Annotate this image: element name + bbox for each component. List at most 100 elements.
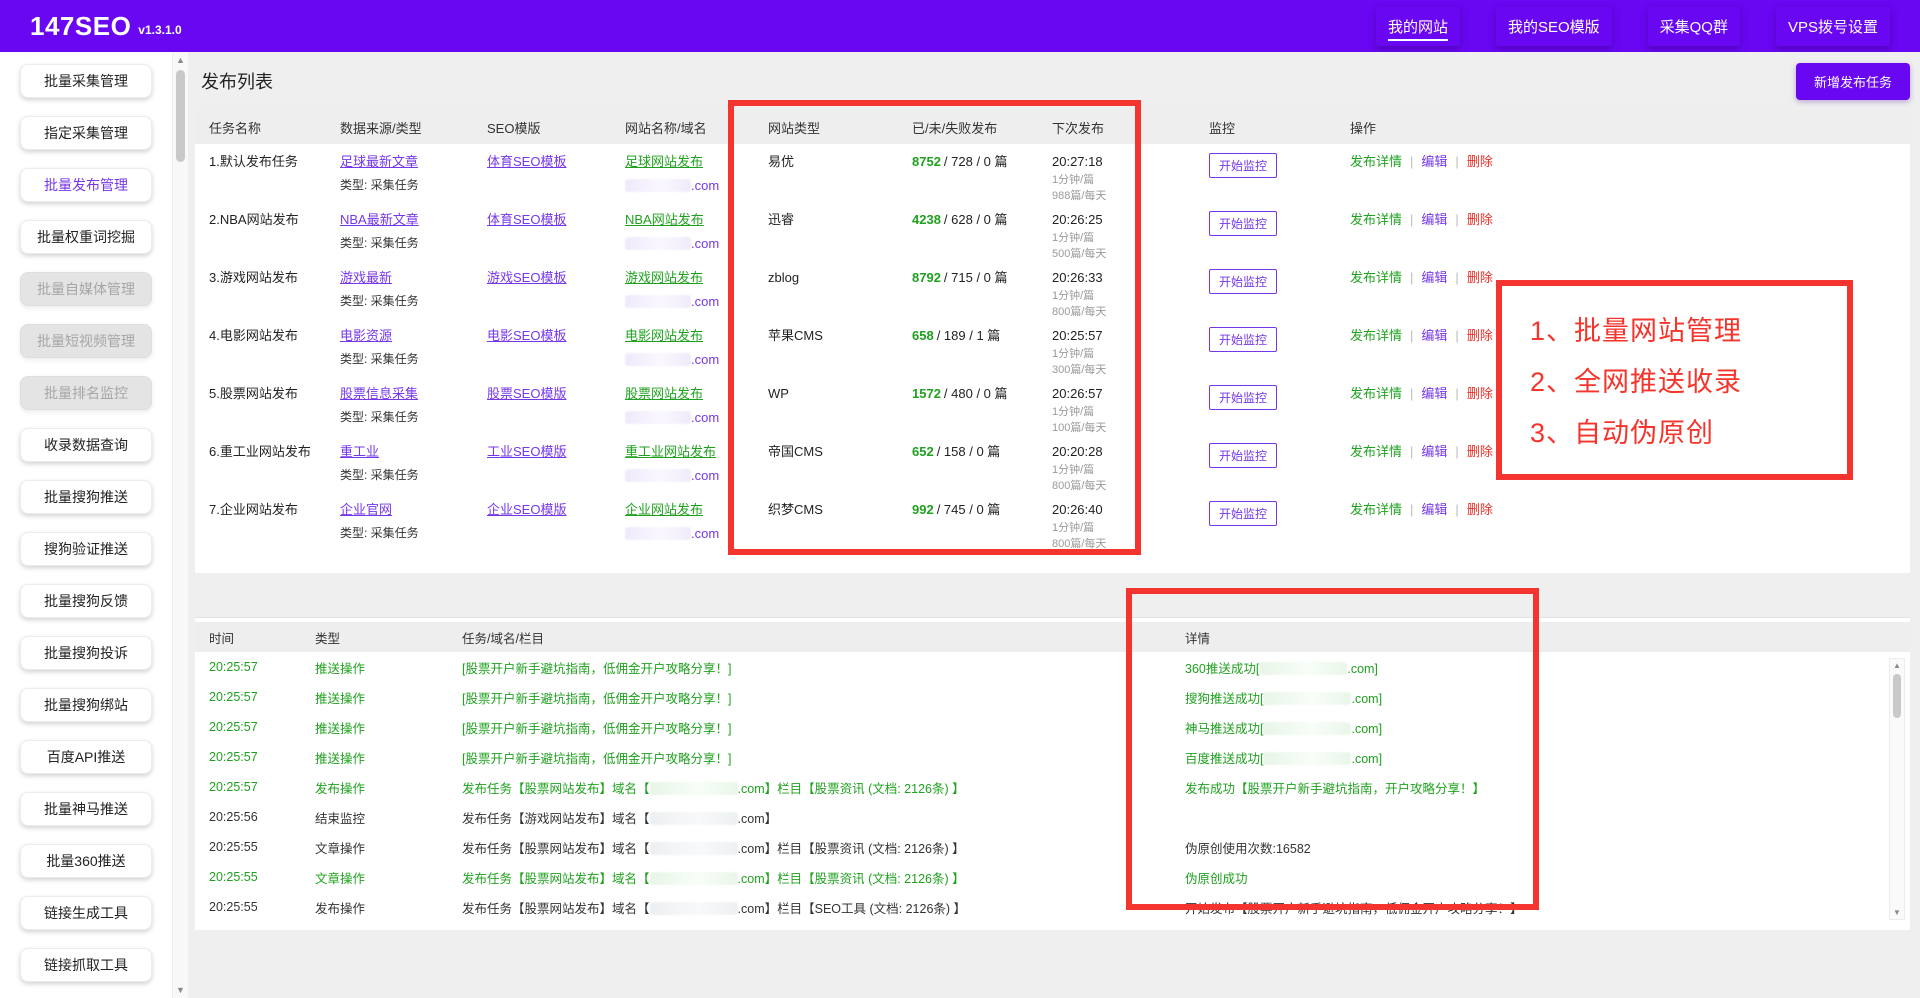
log-type: 发布操作 xyxy=(315,898,462,917)
site-name-link[interactable]: 重工业网站发布 xyxy=(625,444,716,459)
sidebar-item[interactable]: 批量采集管理 xyxy=(20,64,152,98)
edit-link[interactable]: 编辑 xyxy=(1421,444,1447,459)
redacted-domain xyxy=(625,295,691,308)
scrollbar-thumb[interactable] xyxy=(1893,674,1901,718)
redacted-domain xyxy=(650,782,738,795)
start-monitor-button[interactable]: 开始监控 xyxy=(1209,443,1277,468)
sidebar-item[interactable]: 链接抓取工具 xyxy=(20,948,152,982)
scroll-down-icon[interactable]: ▼ xyxy=(176,984,185,996)
sidebar-item[interactable]: 批量搜狗反馈 xyxy=(20,584,152,618)
site-name-link[interactable]: 足球网站发布 xyxy=(625,154,703,169)
log-text: .com] xyxy=(1351,692,1382,706)
sidebar-item[interactable]: 批量搜狗推送 xyxy=(20,480,152,514)
seo-template-link[interactable]: 体育SEO模板 xyxy=(487,212,566,227)
column-header: 网站名称/域名 xyxy=(625,118,768,137)
publish-detail-link[interactable]: 发布详情 xyxy=(1350,212,1402,227)
nav-item[interactable]: 我的网站 xyxy=(1376,7,1460,46)
start-monitor-button[interactable]: 开始监控 xyxy=(1209,385,1277,410)
site-name-link[interactable]: 股票网站发布 xyxy=(625,386,703,401)
delete-link[interactable]: 删除 xyxy=(1467,270,1493,285)
edit-link[interactable]: 编辑 xyxy=(1421,154,1447,169)
scroll-up-icon[interactable]: ▲ xyxy=(176,54,185,66)
table-row: 1.默认发布任务 足球最新文章 类型: 采集任务 体育SEO模板 足球网站发布 … xyxy=(195,144,1910,202)
sidebar-item[interactable]: 指定采集管理 xyxy=(20,116,152,150)
site-name-link[interactable]: NBA网站发布 xyxy=(625,212,704,227)
delete-link[interactable]: 删除 xyxy=(1467,386,1493,401)
sidebar-item[interactable]: 搜狗验证推送 xyxy=(20,532,152,566)
log-task: [股票开户新手避坑指南，低佣金开户攻略分享！] xyxy=(462,658,1185,677)
sidebar-item[interactable]: 批量神马推送 xyxy=(20,792,152,826)
redacted-domain xyxy=(625,179,691,192)
table-row: 2.NBA网站发布 NBA最新文章 类型: 采集任务 体育SEO模板 NBA网站… xyxy=(195,202,1910,260)
seo-template-link[interactable]: 股票SEO模版 xyxy=(487,386,566,401)
sidebar-item[interactable]: 批量搜狗绑站 xyxy=(20,688,152,722)
edit-link[interactable]: 编辑 xyxy=(1421,502,1447,517)
cms-type: 苹果CMS xyxy=(768,327,912,344)
start-monitor-button[interactable]: 开始监控 xyxy=(1209,269,1277,294)
delete-link[interactable]: 删除 xyxy=(1467,154,1493,169)
seo-template-link[interactable]: 游戏SEO模板 xyxy=(487,270,566,285)
nav-item[interactable]: VPS拨号设置 xyxy=(1776,7,1890,46)
publish-detail-link[interactable]: 发布详情 xyxy=(1350,270,1402,285)
sidebar-scrollbar[interactable]: ▲ ▼ xyxy=(172,52,189,998)
delete-link[interactable]: 删除 xyxy=(1467,444,1493,459)
scrollbar-thumb[interactable] xyxy=(176,70,185,162)
publish-detail-link[interactable]: 发布详情 xyxy=(1350,328,1402,343)
log-text: 发布任务【股票网站发布】域名【 xyxy=(462,782,650,796)
sidebar-item[interactable]: 批量发布管理 xyxy=(20,168,152,202)
start-monitor-button[interactable]: 开始监控 xyxy=(1209,211,1277,236)
start-monitor-button[interactable]: 开始监控 xyxy=(1209,153,1277,178)
source-link[interactable]: 足球最新文章 xyxy=(340,154,418,169)
delete-link[interactable]: 删除 xyxy=(1467,328,1493,343)
add-publish-task-button[interactable]: 新增发布任务 xyxy=(1796,63,1910,100)
publish-detail-link[interactable]: 发布详情 xyxy=(1350,444,1402,459)
seo-template-link[interactable]: 体育SEO模板 xyxy=(487,154,566,169)
sidebar-item[interactable]: 收录数据查询 xyxy=(20,428,152,462)
nav-item[interactable]: 采集QQ群 xyxy=(1648,7,1740,46)
delete-link[interactable]: 删除 xyxy=(1467,212,1493,227)
publish-detail-link[interactable]: 发布详情 xyxy=(1350,154,1402,169)
site-name-link[interactable]: 游戏网站发布 xyxy=(625,270,703,285)
source-link[interactable]: NBA最新文章 xyxy=(340,212,419,227)
source-link[interactable]: 股票信息采集 xyxy=(340,386,418,401)
task-name: 5.股票网站发布 xyxy=(209,385,340,402)
publish-detail-link[interactable]: 发布详情 xyxy=(1350,502,1402,517)
sidebar-item[interactable]: 批量权重词挖掘 xyxy=(20,220,152,254)
start-monitor-button[interactable]: 开始监控 xyxy=(1209,501,1277,526)
log-text: .com] xyxy=(1351,722,1382,736)
scroll-down-icon[interactable]: ▼ xyxy=(1893,907,1901,918)
scroll-up-icon[interactable]: ▲ xyxy=(1893,660,1901,671)
seo-template-link[interactable]: 电影SEO模板 xyxy=(487,328,566,343)
sidebar-item[interactable]: 批量搜狗投诉 xyxy=(20,636,152,670)
publish-detail-link[interactable]: 发布详情 xyxy=(1350,386,1402,401)
sidebar-item[interactable]: 百度API推送 xyxy=(20,740,152,774)
next-publish: 20:20:28 1分钟/篇 800篇/每天 xyxy=(1052,443,1209,492)
log-task: 发布任务【游戏网站发布】域名【.com】 xyxy=(462,808,1185,827)
edit-link[interactable]: 编辑 xyxy=(1421,386,1447,401)
row-actions: 发布详情|编辑|删除 xyxy=(1350,211,1910,228)
log-row: 20:25:57 推送操作 [股票开户新手避坑指南，低佣金开户攻略分享！] 36… xyxy=(195,652,1910,682)
edit-link[interactable]: 编辑 xyxy=(1421,328,1447,343)
source-link[interactable]: 电影资源 xyxy=(340,328,392,343)
source-link[interactable]: 企业官网 xyxy=(340,502,392,517)
seo-template-link[interactable]: 企业SEO模版 xyxy=(487,502,566,517)
edit-link[interactable]: 编辑 xyxy=(1421,212,1447,227)
log-row: 20:25:55 文章操作 发布任务【股票网站发布】域名【.com】栏目【股票资… xyxy=(195,832,1910,862)
next-publish: 20:26:40 1分钟/篇 800篇/每天 xyxy=(1052,501,1209,550)
sidebar-item[interactable]: 批量360推送 xyxy=(20,844,152,878)
task-name: 1.默认发布任务 xyxy=(209,153,340,170)
seo-template-link[interactable]: 工业SEO模版 xyxy=(487,444,566,459)
cms-type: 迅睿 xyxy=(768,211,912,228)
nav-item[interactable]: 我的SEO模版 xyxy=(1496,7,1612,46)
delete-link[interactable]: 删除 xyxy=(1467,502,1493,517)
edit-link[interactable]: 编辑 xyxy=(1421,270,1447,285)
sidebar-item[interactable]: 链接生成工具 xyxy=(20,896,152,930)
site-domain: .com xyxy=(625,235,768,252)
site-name-link[interactable]: 企业网站发布 xyxy=(625,502,703,517)
site-name-link[interactable]: 电影网站发布 xyxy=(625,328,703,343)
log-scrollbar[interactable]: ▲ ▼ xyxy=(1889,658,1905,920)
source-link[interactable]: 重工业 xyxy=(340,444,379,459)
start-monitor-button[interactable]: 开始监控 xyxy=(1209,327,1277,352)
log-type: 推送操作 xyxy=(315,688,462,707)
source-link[interactable]: 游戏最新 xyxy=(340,270,392,285)
